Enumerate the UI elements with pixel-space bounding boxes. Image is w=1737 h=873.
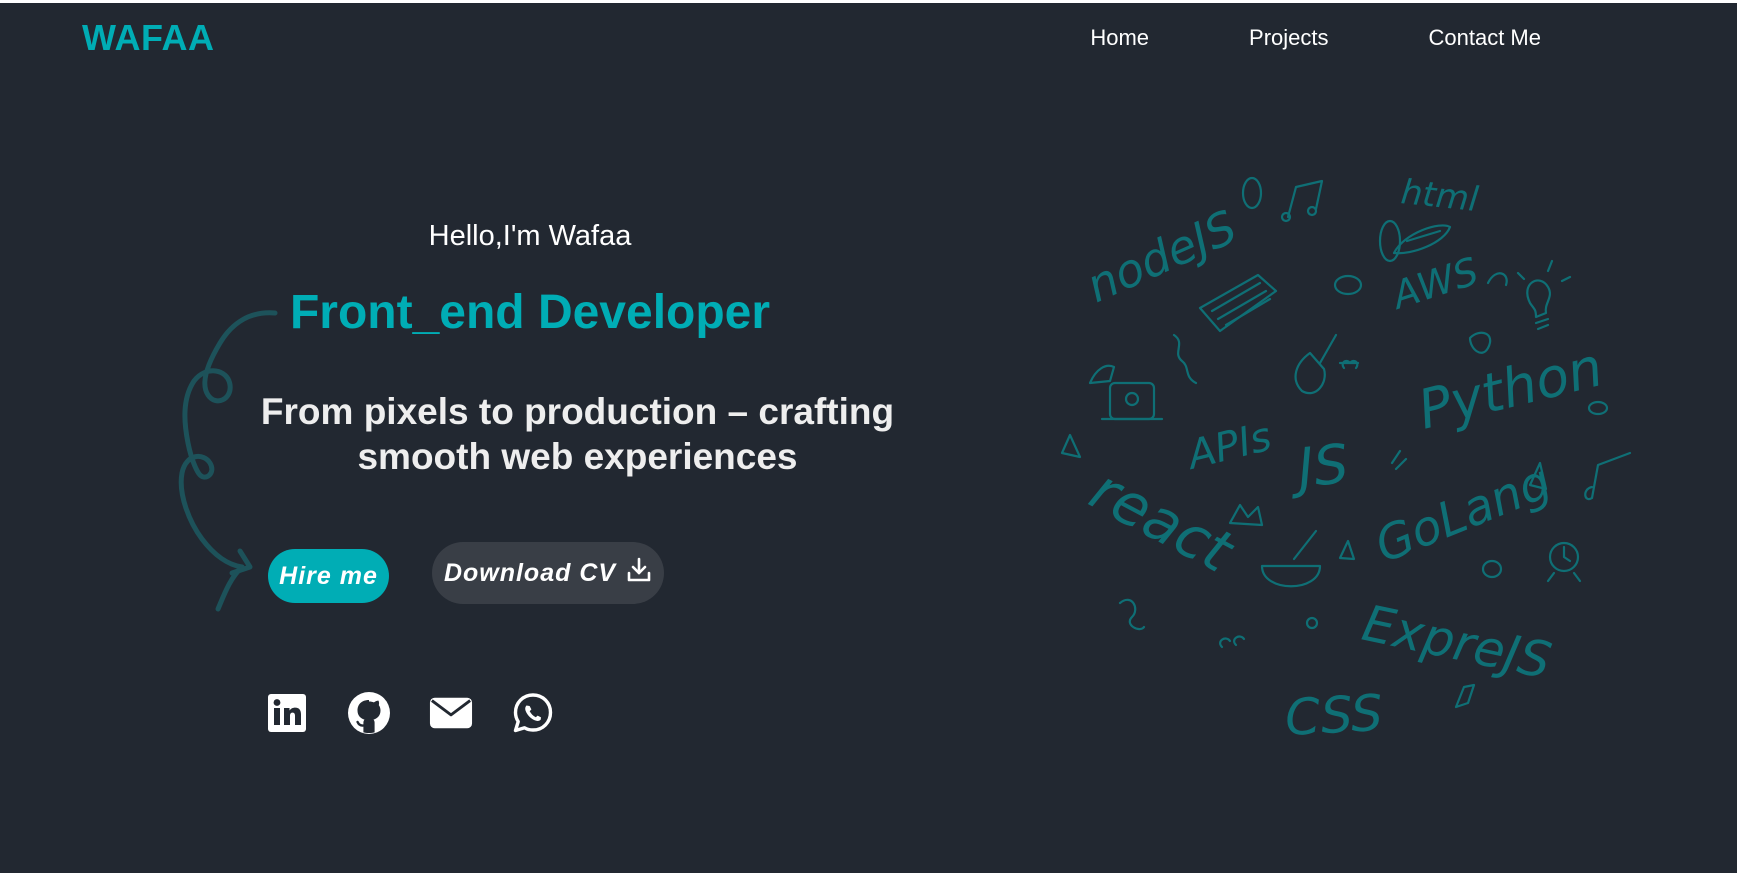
download-cv-button[interactable]: Download CV <box>432 542 664 604</box>
doodle-word-aws: AWS <box>1384 249 1483 319</box>
linkedin-icon[interactable] <box>265 691 309 735</box>
hero-role-title: Front_end Developer <box>289 286 771 339</box>
doodle-word-css: CSS <box>1284 684 1384 747</box>
doodle-leaf-2-icon <box>1486 272 1508 287</box>
doodle-laptop-icon <box>1108 381 1156 421</box>
doodle-flame-icon <box>1088 364 1116 385</box>
tech-doodle-illustration: html nodeJS AWS Python APIs JS react GoL… <box>1060 172 1632 747</box>
logo[interactable]: WAFAA <box>82 17 215 59</box>
doodle-word-html: html <box>1399 172 1481 220</box>
doodle-word-react: react <box>1079 455 1245 586</box>
download-icon <box>627 557 651 582</box>
doodle-rose-icon <box>1481 559 1503 579</box>
doodle-cloud-icon <box>1333 274 1363 296</box>
nav-projects-link[interactable]: Projects <box>1249 25 1328 51</box>
doodle-squiggle-icon <box>1172 333 1198 385</box>
page: WAFAA Home Projects Contact Me Hello,I'm… <box>0 3 1737 873</box>
doodle-word-golang: GoLang <box>1368 453 1559 574</box>
mail-icon[interactable] <box>429 691 473 735</box>
doodle-scribble-icon <box>1390 449 1408 471</box>
doodle-shell-icon <box>1468 331 1492 354</box>
main-nav: Home Projects Contact Me <box>1090 25 1541 51</box>
social-links <box>265 691 555 735</box>
doodle-small-tent-icon <box>1338 539 1356 561</box>
doodle-cookie-icon <box>1587 400 1609 416</box>
doodle-word-python: Python <box>1412 335 1609 441</box>
doodle-glasses-2-icon <box>1219 635 1246 649</box>
download-cv-label: Download CV <box>443 558 617 587</box>
doodle-music-note-icon <box>1584 451 1632 501</box>
hero-greeting: Hello,I'm Wafaa <box>428 220 632 252</box>
nav-home-link[interactable]: Home <box>1090 25 1149 51</box>
doodle-guitar-icon <box>1294 351 1326 395</box>
doodle-leaf-icon <box>1241 176 1263 210</box>
doodle-word-apis: APIs <box>1180 414 1276 480</box>
doodle-squiggle-2-icon <box>1118 598 1146 631</box>
doodle-pencil-icon <box>1392 224 1452 255</box>
doodle-bulb-shape-icon <box>1378 219 1402 263</box>
github-icon[interactable] <box>347 691 391 735</box>
doodle-word-js: JS <box>1286 432 1351 501</box>
hire-me-button[interactable]: Hire me <box>268 549 389 603</box>
curly-arrow-icon <box>178 310 278 612</box>
doodle-feather-icon <box>1454 683 1476 709</box>
doodle-bowl-icon <box>1260 564 1322 588</box>
whatsapp-icon[interactable] <box>511 691 555 735</box>
doodle-mountain-icon <box>1060 433 1082 459</box>
hero-tagline: From pixels to production – crafting smo… <box>260 391 895 477</box>
nav-contact-link[interactable]: Contact Me <box>1429 25 1542 51</box>
doodle-word-exprejs: ExpreJS <box>1358 594 1557 690</box>
doodle-lightbulb-icon <box>1526 279 1552 319</box>
doodle-glasses-icon <box>1338 359 1360 370</box>
doodle-dot-icon <box>1305 616 1319 630</box>
